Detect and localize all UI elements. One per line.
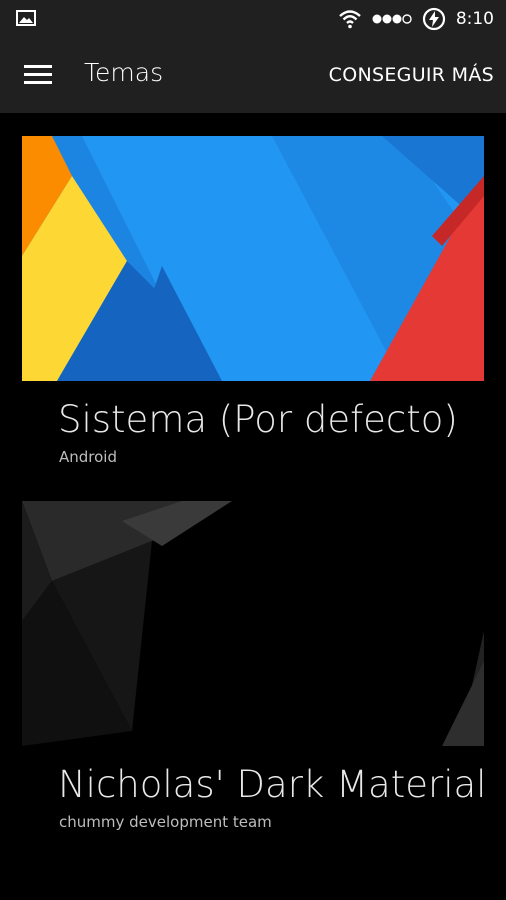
theme-author: Android xyxy=(59,448,117,466)
theme-card-system[interactable]: Sistema (Por defecto) Android xyxy=(0,136,506,481)
theme-name: Nicholas' Dark Material xyxy=(58,763,487,806)
theme-author: chummy development team xyxy=(59,813,272,831)
battery-charging-icon xyxy=(422,7,445,31)
app-bar: Temas CONSEGUIR MÁS xyxy=(0,38,506,113)
signal-icon xyxy=(372,14,412,24)
status-bar: 8:10 xyxy=(0,0,506,38)
status-time: 8:10 xyxy=(455,9,494,29)
theme-name: Sistema (Por defecto) xyxy=(58,398,458,441)
page-title: Temas xyxy=(84,58,164,87)
theme-card-dark-material[interactable]: Nicholas' Dark Material chummy developme… xyxy=(0,501,506,846)
theme-thumbnail-system xyxy=(22,136,484,381)
wifi-icon xyxy=(339,10,361,29)
gallery-icon xyxy=(16,10,36,26)
menu-icon[interactable] xyxy=(24,65,52,85)
theme-thumbnail-dark-material xyxy=(22,501,484,746)
get-more-button[interactable]: CONSEGUIR MÁS xyxy=(329,64,494,86)
